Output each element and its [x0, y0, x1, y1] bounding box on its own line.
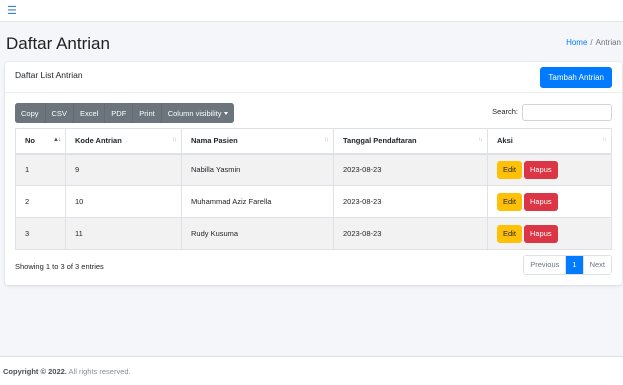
pagination-previous[interactable]: Previous	[524, 256, 567, 274]
cell-kode: 9	[65, 153, 182, 186]
sort-icon: ↑↓	[324, 137, 329, 143]
table-row: 1 9 Nabilla Yasmin 2023-08-23 Edit Hapus	[15, 153, 612, 186]
breadcrumb-current: Antrian	[595, 38, 621, 47]
copy-button[interactable]: Copy	[15, 103, 46, 123]
search-label: Search:	[492, 107, 518, 116]
pdf-button[interactable]: PDF	[105, 103, 134, 123]
hapus-button[interactable]: Hapus	[523, 224, 558, 243]
rights-text: All rights reserved.	[68, 367, 131, 376]
search-input[interactable]	[522, 104, 612, 121]
antrian-card: Daftar List Antrian Tambah Antrian Copy …	[5, 62, 622, 285]
excel-button[interactable]: Excel	[73, 103, 106, 123]
sort-icon: ↑↓	[602, 137, 607, 143]
antrian-table: No ▲↓ Kode Antrian ↑↓ Nama Pasien ↑↓ Tangga…	[15, 128, 612, 250]
column-header-aksi[interactable]: Aksi ↑↓	[487, 128, 612, 155]
top-navbar: ☰	[0, 0, 623, 22]
hamburger-menu-icon[interactable]: ☰	[7, 4, 17, 17]
column-visibility-label: Column visibility	[167, 108, 222, 118]
edit-button[interactable]: Edit	[497, 224, 522, 243]
breadcrumb: Home / Antrian	[566, 38, 621, 47]
content-header: Daftar Antrian Home / Antrian	[0, 28, 623, 58]
caret-down-icon	[224, 112, 229, 116]
csv-button[interactable]: CSV	[45, 103, 74, 123]
pagination: Previous 1 Next	[523, 255, 612, 275]
table-row: 2 10 Muhammad Aziz Farella 2023-08-23 Ed…	[15, 185, 612, 218]
hapus-button[interactable]: Hapus	[523, 192, 558, 211]
pagination-next[interactable]: Next	[583, 256, 611, 274]
footer-text: Copyright © 2022. All rights reserved.	[3, 367, 131, 376]
cell-no: 1	[15, 153, 66, 186]
page-title: Daftar Antrian	[6, 34, 110, 53]
sort-icon: ↑↓	[172, 137, 177, 143]
sort-icon: ↑↓	[478, 137, 483, 143]
column-header-kode[interactable]: Kode Antrian ↑↓	[65, 128, 182, 155]
card-title: Daftar List Antrian	[15, 70, 83, 80]
column-visibility-button[interactable]: Column visibility	[161, 103, 235, 123]
cell-aksi: Edit Hapus	[487, 217, 612, 250]
cell-nama: Muhammad Aziz Farella	[181, 185, 334, 218]
cell-tanggal: 2023-08-23	[333, 217, 488, 250]
table-row: 3 11 Rudy Kusuma 2023-08-23 Edit Hapus	[15, 217, 612, 250]
footer: Copyright © 2022. All rights reserved.	[0, 356, 623, 385]
column-header-tanggal[interactable]: Tanggal Pendaftaran ↑↓	[333, 128, 488, 155]
breadcrumb-home-link[interactable]: Home	[566, 38, 587, 47]
copyright-text: Copyright © 2022.	[3, 367, 67, 376]
print-button[interactable]: Print	[133, 103, 162, 123]
sort-asc-icon: ▲↓	[53, 137, 61, 143]
cell-aksi: Edit Hapus	[487, 185, 612, 218]
cell-no: 2	[15, 185, 66, 218]
add-antrian-button[interactable]: Tambah Antrian	[540, 67, 612, 88]
edit-button[interactable]: Edit	[497, 160, 522, 179]
cell-nama: Rudy Kusuma	[181, 217, 334, 250]
hapus-button[interactable]: Hapus	[523, 160, 558, 179]
table-header-row: No ▲↓ Kode Antrian ↑↓ Nama Pasien ↑↓ Tangga…	[15, 128, 612, 155]
cell-aksi: Edit Hapus	[487, 153, 612, 186]
edit-button[interactable]: Edit	[497, 192, 522, 211]
card-header: Daftar List Antrian Tambah Antrian	[5, 62, 622, 93]
cell-tanggal: 2023-08-23	[333, 185, 488, 218]
column-header-nama[interactable]: Nama Pasien ↑↓	[181, 128, 334, 155]
cell-kode: 11	[65, 217, 182, 250]
table-info: Showing 1 to 3 of 3 entries	[15, 262, 104, 271]
pagination-page-1[interactable]: 1	[566, 256, 584, 274]
cell-nama: Nabilla Yasmin	[181, 153, 334, 186]
cell-no: 3	[15, 217, 66, 250]
export-button-group: Copy CSV Excel PDF Print Column visibili…	[15, 103, 235, 123]
column-header-no[interactable]: No ▲↓	[15, 128, 66, 155]
breadcrumb-separator: /	[590, 38, 593, 47]
cell-tanggal: 2023-08-23	[333, 153, 488, 186]
cell-kode: 10	[65, 185, 182, 218]
